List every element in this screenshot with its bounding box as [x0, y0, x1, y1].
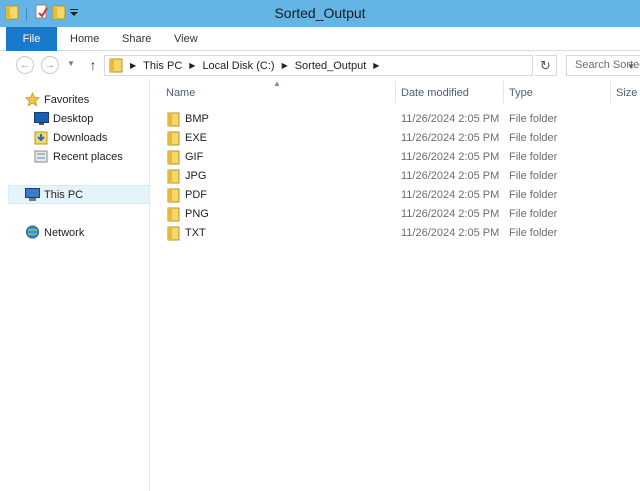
sort-ascending-icon: ▲ — [273, 79, 281, 88]
nav-favorites-label: Favorites — [44, 93, 90, 106]
folder-icon — [167, 207, 180, 225]
navigation-pane: Favorites Desktop Downloads Recent place… — [0, 79, 150, 491]
column-header-date[interactable]: Date modified — [401, 79, 469, 107]
recent-locations-dropdown[interactable]: ▼ — [67, 59, 75, 68]
desktop-icon — [33, 111, 49, 127]
crumb-local-disk[interactable]: Local Disk (C:) — [202, 60, 274, 72]
recent-places-icon — [33, 149, 49, 165]
file-type: File folder — [509, 113, 558, 125]
file-type: File folder — [509, 208, 558, 220]
column-header-size[interactable]: Size — [616, 79, 637, 107]
file-date: 11/26/2024 2:05 PM — [401, 151, 500, 163]
nav-downloads[interactable]: Downloads — [33, 128, 107, 147]
crumb-this-pc[interactable]: This PC — [143, 60, 182, 72]
file-name: GIF — [185, 151, 204, 163]
folder-icon — [167, 150, 180, 168]
arrow-left-icon: ← — [19, 59, 31, 71]
file-name: EXE — [185, 132, 208, 144]
refresh-button[interactable]: ↻ — [535, 55, 557, 76]
address-bar[interactable]: ▶ This PC ▶ Local Disk (C:) ▶ Sorted_Out… — [104, 55, 635, 76]
tab-view[interactable]: View — [174, 27, 198, 51]
nav-recent-places[interactable]: Recent places — [33, 147, 123, 166]
title-bar: Sorted_Output — [0, 0, 640, 27]
column-divider[interactable] — [610, 81, 611, 103]
file-name: JPG — [185, 170, 207, 182]
folder-icon — [167, 169, 180, 187]
breadcrumb: ▶ This PC ▶ Local Disk (C:) ▶ Sorted_Out… — [109, 56, 386, 75]
folder-icon — [167, 188, 180, 206]
file-date: 11/26/2024 2:05 PM — [401, 189, 500, 201]
address-row: ← → ▼ ↑ ▶ This PC ▶ Local Disk (C:) ▶ So… — [0, 51, 640, 79]
list-item[interactable]: EXE 11/26/2024 2:05 PM File folder — [159, 129, 579, 148]
chevron-right-icon[interactable]: ▶ — [130, 61, 136, 70]
file-type: File folder — [509, 227, 558, 239]
chevron-right-icon[interactable]: ▶ — [373, 61, 379, 70]
computer-icon — [24, 187, 40, 203]
list-item[interactable]: BMP 11/26/2024 2:05 PM File folder — [159, 110, 579, 129]
column-header-name[interactable]: Name — [166, 79, 195, 107]
nav-favorites[interactable]: Favorites — [24, 90, 89, 109]
up-button[interactable]: ↑ — [84, 56, 102, 74]
chevron-right-icon[interactable]: ▶ — [189, 61, 195, 70]
chevron-right-icon[interactable]: ▶ — [282, 61, 288, 70]
file-type: File folder — [509, 132, 558, 144]
file-name: PNG — [185, 208, 209, 220]
arrow-up-icon: ↑ — [89, 57, 97, 73]
nav-desktop-label: Desktop — [53, 112, 94, 125]
file-name: PDF — [185, 189, 207, 201]
list-item[interactable]: GIF 11/26/2024 2:05 PM File folder — [159, 148, 579, 167]
file-date: 11/26/2024 2:05 PM — [401, 113, 500, 125]
tab-home[interactable]: Home — [70, 27, 99, 51]
window-title: Sorted_Output — [274, 5, 366, 21]
arrow-right-icon: → — [44, 59, 56, 71]
list-item[interactable]: JPG 11/26/2024 2:05 PM File folder — [159, 167, 579, 186]
folder-icon — [167, 112, 180, 130]
nav-downloads-label: Downloads — [53, 131, 108, 144]
nav-this-pc[interactable]: This PC — [8, 185, 150, 204]
nav-network[interactable]: Network — [24, 223, 84, 242]
star-icon — [24, 92, 40, 108]
ribbon-tabs: File Home Share View — [0, 27, 640, 51]
file-date: 11/26/2024 2:05 PM — [401, 208, 500, 220]
file-date: 11/26/2024 2:05 PM — [401, 227, 500, 239]
search-input[interactable]: Search Sorted_Output — [566, 55, 640, 76]
nav-desktop[interactable]: Desktop — [33, 109, 93, 128]
address-folder-icon — [109, 58, 123, 73]
list-item[interactable]: PNG 11/26/2024 2:05 PM File folder — [159, 205, 579, 224]
column-header-type[interactable]: Type — [509, 79, 533, 107]
nav-network-label: Network — [44, 226, 85, 239]
crumb-sorted-output[interactable]: Sorted_Output — [295, 60, 367, 72]
file-type: File folder — [509, 189, 558, 201]
refresh-icon: ↻ — [540, 57, 551, 73]
file-name: BMP — [185, 113, 209, 125]
back-button[interactable]: ← — [16, 56, 34, 74]
nav-recent-label: Recent places — [53, 150, 123, 163]
downloads-icon — [33, 130, 49, 146]
list-item[interactable]: TXT 11/26/2024 2:05 PM File folder — [159, 224, 579, 243]
file-type: File folder — [509, 151, 558, 163]
list-item[interactable]: PDF 11/26/2024 2:05 PM File folder — [159, 186, 579, 205]
nav-this-pc-label: This PC — [44, 188, 84, 201]
network-icon — [24, 225, 40, 241]
tab-share[interactable]: Share — [122, 27, 151, 51]
file-type: File folder — [509, 170, 558, 182]
forward-button[interactable]: → — [41, 56, 59, 74]
file-name: TXT — [185, 227, 206, 239]
file-date: 11/26/2024 2:05 PM — [401, 132, 500, 144]
column-divider[interactable] — [395, 81, 396, 103]
folder-icon — [167, 226, 180, 244]
tab-file[interactable]: File — [6, 27, 57, 51]
folder-icon — [167, 131, 180, 149]
file-date: 11/26/2024 2:05 PM — [401, 170, 500, 182]
column-divider[interactable] — [503, 81, 504, 103]
